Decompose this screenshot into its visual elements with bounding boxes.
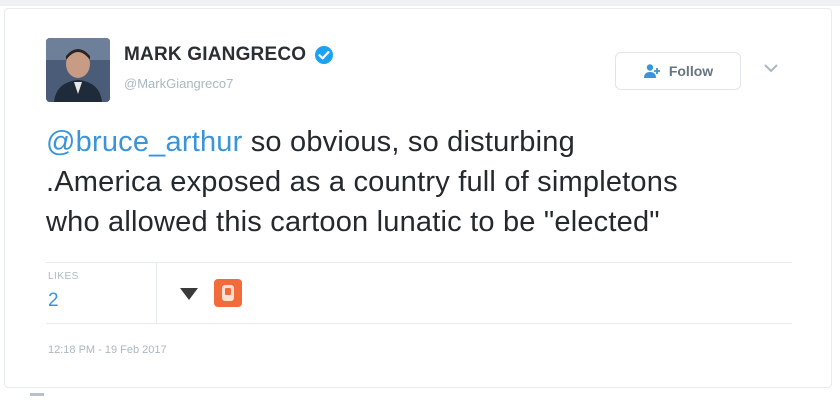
verified-badge-icon	[315, 46, 334, 64]
next-content-edge	[30, 393, 44, 396]
tweet-timestamp[interactable]: 12:18 PM - 19 Feb 2017	[48, 344, 167, 356]
stats-divider-vertical	[156, 262, 157, 323]
tweet-text-line-2: .America exposed as a country full of si…	[46, 166, 678, 198]
chevron-down-icon[interactable]	[762, 62, 780, 74]
tweet-text-line-1: @bruce_arthur so obvious, so disturbing	[46, 122, 816, 162]
page-top-edge	[0, 0, 840, 6]
tweet-text-line-1-rest: so obvious, so disturbing	[242, 126, 575, 158]
author-name-row: MARK GIANGRECO	[124, 44, 334, 66]
stats-divider-top	[46, 262, 792, 263]
user-avatar-icon[interactable]	[214, 279, 242, 307]
mention-link[interactable]: @bruce_arthur	[46, 126, 242, 158]
tweet-text: @bruce_arthur so obvious, so disturbing …	[46, 122, 816, 242]
add-user-icon	[643, 64, 660, 78]
tweet-text-line-3: who allowed this cartoon lunatic to be "…	[46, 206, 660, 238]
likes-count[interactable]: 2	[48, 290, 59, 312]
author-handle[interactable]: @MarkGiangreco7	[124, 76, 233, 91]
follow-button-label: Follow	[668, 63, 714, 79]
stats-divider-bottom	[46, 323, 792, 324]
downvote-icon[interactable]	[178, 286, 200, 302]
author-name[interactable]: MARK GIANGRECO	[124, 44, 306, 66]
avatar[interactable]	[46, 38, 110, 102]
follow-button[interactable]: Follow	[615, 52, 741, 90]
likes-label: LIKES	[48, 271, 79, 282]
